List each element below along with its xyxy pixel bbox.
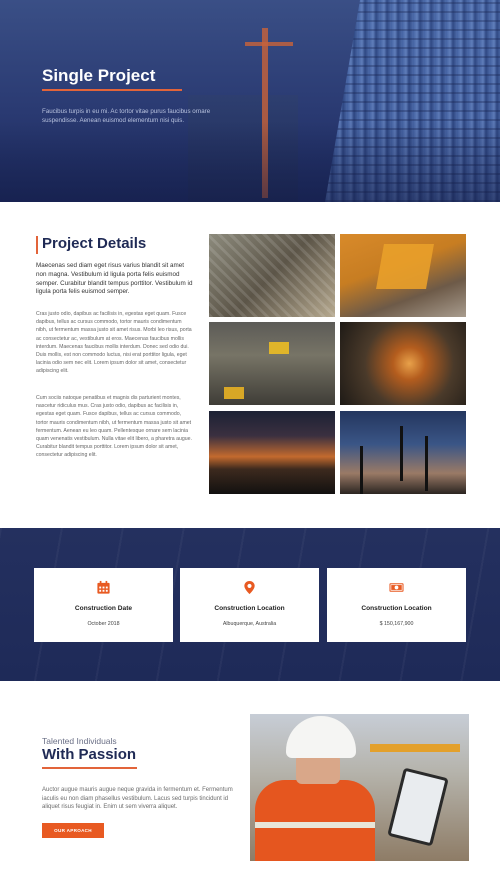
title-underline	[42, 767, 137, 769]
passion-title: With Passion	[42, 746, 137, 763]
page-title: Single Project	[42, 66, 156, 85]
worker-head	[296, 754, 340, 784]
vest-reflective-stripe	[255, 822, 375, 828]
hero-description: Faucibus turpis in eu mi. Ac tortor vita…	[42, 108, 211, 124]
passion-subtitle: Talented Individuals	[42, 736, 117, 746]
our-approach-button[interactable]: OUR APROACH	[42, 823, 104, 838]
stat-value: $ 150,167,900	[379, 621, 414, 627]
worker-with-tablet-image	[250, 714, 469, 861]
worker-vest	[255, 780, 375, 861]
stat-card-location: Construction Location Albuquerque, Austr…	[180, 568, 319, 642]
money-icon	[389, 583, 404, 592]
stat-value: Albuquerque, Australia	[222, 621, 277, 627]
stat-title: Construction Location	[361, 605, 432, 612]
background-crane	[370, 744, 460, 752]
stat-card-date: Construction Date October 2018	[34, 568, 173, 642]
stat-title: Construction Location	[214, 605, 285, 612]
stat-card-budget: Construction Location $ 150,167,900	[327, 568, 466, 642]
gallery-image-quarry[interactable]	[209, 322, 335, 405]
passion-description: Auctor augue mauris augue neque gravida …	[42, 787, 233, 811]
project-stats-section: Construction Date October 2018 Construct…	[0, 528, 500, 681]
title-underline	[42, 89, 182, 91]
gallery-image-industrial-night[interactable]	[209, 411, 335, 494]
hero-overlay	[0, 0, 500, 202]
project-details-title: Project Details	[42, 235, 147, 252]
tablet	[387, 767, 449, 847]
gallery-image-construction-site[interactable]	[209, 234, 335, 317]
project-details-paragraph: Cras justo odio, dapibus ac facilisis in…	[36, 311, 192, 375]
project-details-paragraph: Cum sociis natoque penatibus et magnis d…	[36, 395, 193, 459]
gallery-image-port-cranes[interactable]	[340, 411, 466, 494]
calendar-icon	[97, 580, 110, 594]
location-pin-icon	[244, 580, 255, 595]
gallery-image-excavator[interactable]	[340, 234, 466, 317]
stat-value: October 2018	[87, 621, 120, 627]
hero-section: Single Project Faucibus turpis in eu mi.…	[0, 0, 500, 202]
hard-hat	[286, 716, 356, 758]
section-accent-bar	[36, 236, 38, 254]
gallery-image-steel-mill[interactable]	[340, 322, 466, 405]
stat-title: Construction Date	[74, 605, 133, 612]
project-details-lead: Maecenas sed diam eget risus varius blan…	[36, 262, 193, 296]
